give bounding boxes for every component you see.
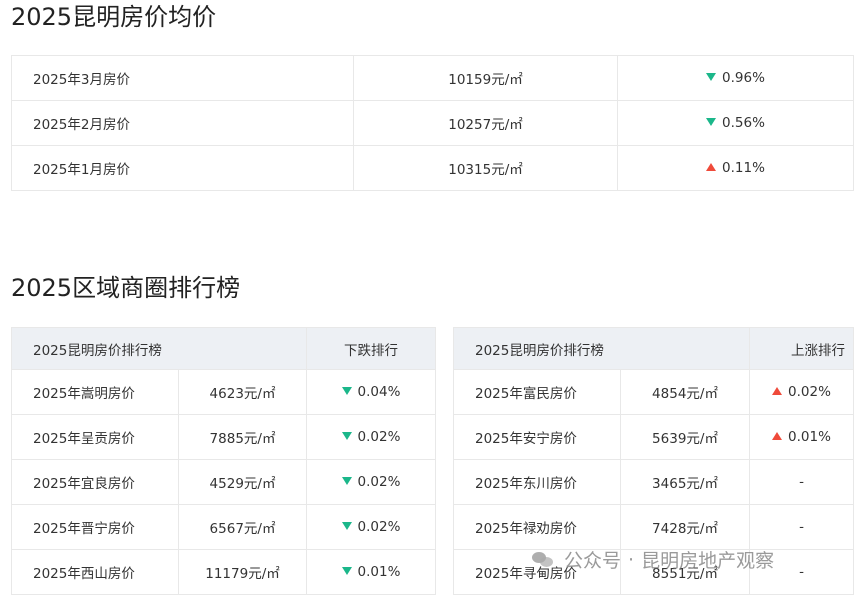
rise-ranking-row: 2025年禄劝房价 7428元/㎡ - — [453, 504, 854, 550]
row-change: 0.02% — [357, 519, 401, 535]
row-label: 2025年嵩明房价 — [11, 369, 179, 415]
row-price: 4854元/㎡ — [620, 369, 750, 415]
row-label: 2025年禄劝房价 — [453, 504, 621, 550]
row-price: 11179元/㎡ — [178, 549, 307, 595]
decline-ranking-row: 2025年晋宁房价 6567元/㎡ 0.02% — [11, 504, 436, 550]
row-price: 6567元/㎡ — [178, 504, 307, 550]
row-change: 0.56% — [722, 115, 765, 131]
row-change-cell: 0.11% — [617, 145, 854, 191]
triangle-down-icon — [706, 73, 717, 81]
row-label: 2025年宜良房价 — [11, 459, 179, 505]
row-label: 2025年3月房价 — [11, 55, 354, 101]
triangle-down-icon — [341, 432, 352, 440]
ranking-header-title: 2025昆明房价排行榜 — [453, 327, 750, 370]
average-price-row: 2025年1月房价 10315元/㎡ 0.11% — [11, 145, 854, 191]
triangle-up-icon — [706, 163, 717, 171]
row-price: 4529元/㎡ — [178, 459, 307, 505]
average-price-row: 2025年2月房价 10257元/㎡ 0.56% — [11, 100, 854, 146]
row-price: 3465元/㎡ — [620, 459, 750, 505]
watermark-platform: 公众号 — [564, 550, 622, 572]
row-change-cell: 0.04% — [306, 369, 436, 415]
row-price: 10315元/㎡ — [353, 145, 618, 191]
row-change: - — [799, 564, 804, 580]
decline-ranking-row: 2025年宜良房价 4529元/㎡ 0.02% — [11, 459, 436, 505]
rise-ranking-row: 2025年富民房价 4854元/㎡ 0.02% — [453, 369, 854, 415]
row-change: - — [799, 474, 804, 490]
triangle-down-icon — [341, 387, 352, 395]
row-change-cell: 0.02% — [306, 414, 436, 460]
decline-ranking-row: 2025年呈贡房价 7885元/㎡ 0.02% — [11, 414, 436, 460]
decline-ranking-table: 2025昆明房价排行榜 下跌排行 2025年嵩明房价 4623元/㎡ 0.04% 20… — [11, 327, 436, 595]
average-price-row: 2025年3月房价 10159元/㎡ 0.96% — [11, 55, 854, 101]
rise-ranking-row: 2025年安宁房价 5639元/㎡ 0.01% — [453, 414, 854, 460]
row-change-cell: - — [749, 504, 854, 550]
decline-ranking-row: 2025年西山房价 11179元/㎡ 0.01% — [11, 549, 436, 595]
decline-ranking-row: 2025年嵩明房价 4623元/㎡ 0.04% — [11, 369, 436, 415]
row-change: - — [799, 519, 804, 535]
rise-ranking-row: 2025年东川房价 3465元/㎡ - — [453, 459, 854, 505]
row-price: 10257元/㎡ — [353, 100, 618, 146]
row-label: 2025年西山房价 — [11, 549, 179, 595]
row-change-cell: 0.01% — [749, 414, 854, 460]
section-title-average-price: 2025昆明房价均价 — [11, 3, 217, 31]
row-change: 0.02% — [788, 384, 831, 400]
row-change: 0.02% — [357, 474, 401, 490]
triangle-down-icon — [341, 522, 352, 530]
row-label: 2025年晋宁房价 — [11, 504, 179, 550]
decline-ranking-header: 2025昆明房价排行榜 下跌排行 — [11, 327, 436, 370]
row-price: 10159元/㎡ — [353, 55, 618, 101]
row-label: 2025年1月房价 — [11, 145, 354, 191]
row-label: 2025年富民房价 — [453, 369, 621, 415]
row-change-cell: 0.01% — [306, 549, 436, 595]
rise-ranking-label: 上涨排行 — [749, 327, 854, 370]
rise-ranking-header: 2025昆明房价排行榜 上涨排行 — [453, 327, 854, 370]
section-title-district-ranking: 2025区域商圈排行榜 — [11, 274, 241, 302]
triangle-down-icon — [341, 567, 352, 575]
row-price: 5639元/㎡ — [620, 414, 750, 460]
triangle-down-icon — [341, 477, 352, 485]
row-price: 7428元/㎡ — [620, 504, 750, 550]
decline-ranking-label: 下跌排行 — [306, 327, 436, 370]
ranking-header-title: 2025昆明房价排行榜 — [11, 327, 307, 370]
row-change-cell: 0.56% — [617, 100, 854, 146]
wechat-icon — [532, 550, 554, 570]
row-change-cell: - — [749, 459, 854, 505]
row-change: 0.01% — [788, 429, 831, 445]
row-change-cell: 0.96% — [617, 55, 854, 101]
watermark-account: 昆明房地产观察 — [641, 550, 775, 572]
triangle-up-icon — [772, 387, 783, 395]
row-label: 2025年东川房价 — [453, 459, 621, 505]
row-change-cell: 0.02% — [749, 369, 854, 415]
row-label: 2025年安宁房价 — [453, 414, 621, 460]
row-change: 0.11% — [722, 160, 765, 176]
row-label: 2025年2月房价 — [11, 100, 354, 146]
watermark: 公众号 · 昆明房地产观察 — [532, 546, 774, 573]
row-change: 0.01% — [357, 564, 401, 580]
watermark-separator: · — [628, 548, 635, 571]
average-price-table: 2025年3月房价 10159元/㎡ 0.96% 2025年2月房价 10257元/㎡ 0… — [11, 55, 854, 191]
row-label: 2025年呈贡房价 — [11, 414, 179, 460]
row-price: 7885元/㎡ — [178, 414, 307, 460]
triangle-up-icon — [772, 432, 783, 440]
row-change: 0.96% — [722, 70, 765, 86]
row-change: 0.04% — [357, 384, 401, 400]
row-change-cell: 0.02% — [306, 504, 436, 550]
row-change-cell: 0.02% — [306, 459, 436, 505]
triangle-down-icon — [706, 118, 717, 126]
row-change: 0.02% — [357, 429, 401, 445]
row-price: 4623元/㎡ — [178, 369, 307, 415]
